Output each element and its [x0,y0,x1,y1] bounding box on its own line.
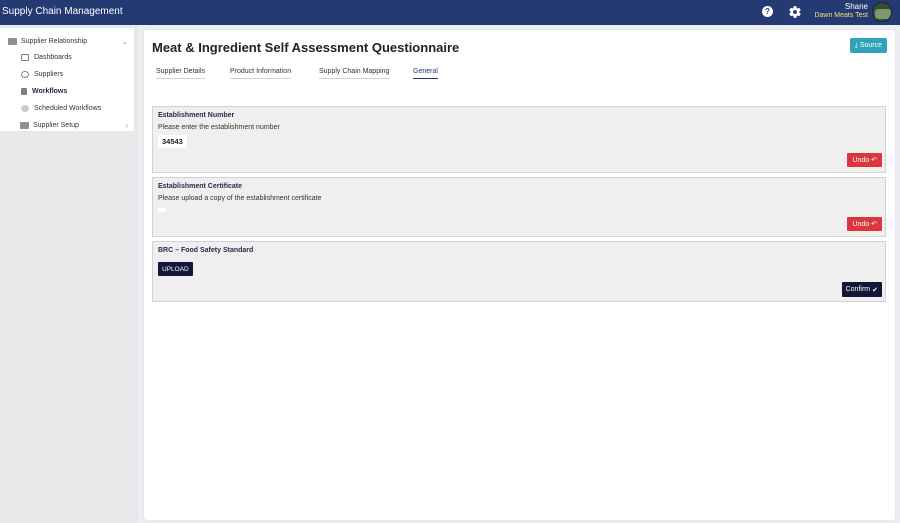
chevron-down-icon: ⌄ [121,37,128,46]
top-bar: Supply Chain Management ? Shane Dawn Mea… [0,0,900,25]
sidebar-item-dashboards[interactable]: Dashboards [21,51,72,63]
confirm-button-label: Confirm [845,286,871,293]
main-content: Meat & Ingredient Self Assessment Questi… [144,30,895,520]
gear-icon[interactable] [788,5,802,19]
question-brc-food-safety: BRC – Food Safety Standard UPLOAD Confir… [152,241,886,302]
sidebar-item-label: Supplier Setup [33,121,79,129]
sidebar-item-supplier-setup[interactable]: Supplier Setup › [8,118,130,132]
question-establishment-number: Establishment Number Please enter the es… [152,106,886,173]
users-icon [21,70,29,78]
checkmark-icon: ✔ [872,286,878,294]
confirm-button[interactable]: Confirm ✔ [841,282,882,297]
chevron-right-icon: › [125,121,128,130]
question-title: Establishment Number [158,112,235,119]
question-establishment-certificate: Establishment Certificate Please upload … [152,177,886,237]
sidebar-item-label: Scheduled Workflows [34,104,102,112]
undo-button[interactable]: Undo ↶ [847,217,882,231]
sidebar-item-suppliers[interactable]: Suppliers [21,68,63,80]
undo-icon: ↶ [871,221,877,228]
app-title: Supply Chain Management [2,6,123,17]
avatar-image [875,9,891,19]
tab-general[interactable]: General [413,68,438,79]
clock-icon [21,104,29,112]
page-title: Meat & Ingredient Self Assessment Questi… [152,40,460,55]
tab-supplier-details[interactable]: Supplier Details [156,68,206,79]
source-button[interactable]: ⤓ Source [849,38,887,53]
file-attachment[interactable] [158,208,166,212]
truck-icon [8,37,17,45]
question-title: BRC – Food Safety Standard [158,247,254,254]
download-icon: ⤓ [854,41,858,49]
question-title: Establishment Certificate [158,183,243,190]
undo-button[interactable]: Undo ↶ [847,153,882,167]
question-description: Please upload a copy of the establishmen… [158,195,322,202]
help-icon[interactable]: ? [762,6,773,17]
user-name: Shane [844,2,868,11]
sidebar-item-supplier-relationship[interactable]: Supplier Relationship ⌄ [8,34,130,48]
user-company: Dawn Meats Test [814,12,868,19]
sidebar-item-scheduled-workflows[interactable]: Scheduled Workflows [21,102,101,114]
undo-icon: ↶ [871,157,877,164]
document-icon [21,87,27,95]
sidebar-item-workflows[interactable]: Workflows [21,85,67,97]
establishment-number-value[interactable]: 34543 [158,135,187,148]
tab-supply-chain-mapping[interactable]: Supply Chain Mapping [319,68,390,79]
sidebar-panel: Supplier Relationship ⌄ Dashboards Suppl… [0,28,134,131]
sidebar-item-label: Suppliers [34,70,64,78]
sidebar-item-label: Dashboards [34,53,72,61]
settings-box-icon [20,121,29,129]
sidebar: Supplier Relationship ⌄ Dashboards Suppl… [0,25,138,523]
undo-button-label: Undo [852,156,870,164]
upload-button[interactable]: UPLOAD [158,262,193,276]
avatar[interactable] [872,2,892,22]
tab-product-information[interactable]: Product Information [230,68,292,79]
dashboard-icon [21,53,29,61]
source-button-label: Source [859,42,882,49]
undo-button-label: Undo [852,220,870,228]
sidebar-item-label: Workflows [32,87,68,95]
sidebar-item-label: Supplier Relationship [21,37,88,45]
question-description: Please enter the establishment number [158,124,280,131]
